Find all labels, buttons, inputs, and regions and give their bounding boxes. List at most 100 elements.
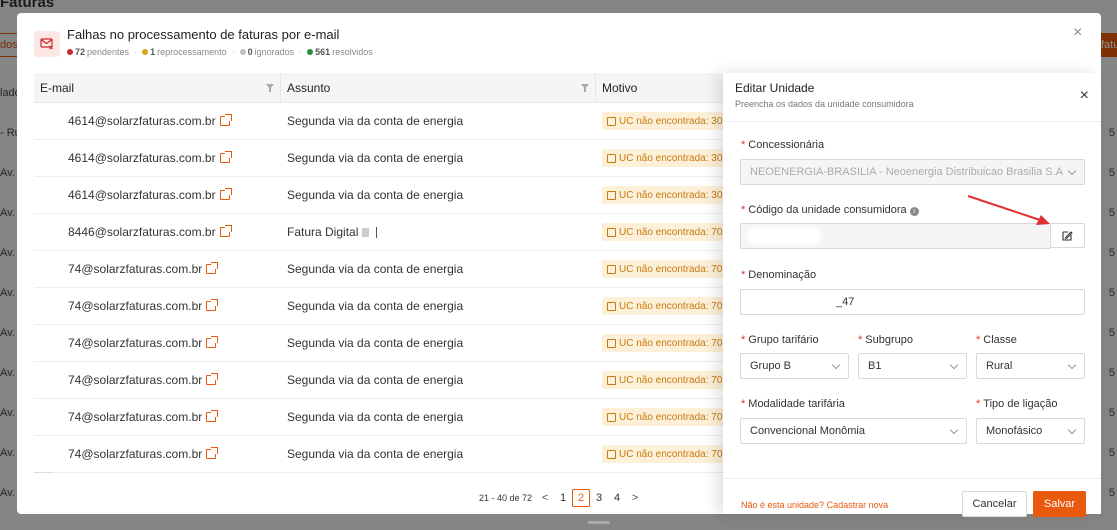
chevron-down-icon — [1067, 360, 1077, 370]
close-icon[interactable]: × — [1080, 88, 1089, 104]
status-dot-icon — [142, 49, 149, 55]
chevron-down-icon — [949, 425, 959, 435]
warning-doc-icon — [607, 264, 616, 274]
modalidade-select[interactable]: Convencional Monômia — [740, 418, 967, 444]
reason-tag: UC não encontrada: 30264 — [602, 186, 724, 204]
subgrupo-select[interactable]: B1 — [858, 353, 967, 379]
table-row[interactable]: 4614@solarzfaturas.com.br Segunda via da … — [34, 103, 724, 140]
table-row[interactable]: 8446@solarzfaturas.com.br Fatura Digital U… — [34, 214, 724, 251]
codigo-input[interactable] — [740, 223, 1051, 249]
warning-doc-icon — [607, 449, 616, 459]
email-cell: 74@solarzfaturas.com.br — [34, 336, 281, 350]
table-row[interactable]: 74@solarzfaturas.com.br Segunda via da co… — [34, 436, 724, 473]
table-row[interactable]: 74@solarzfaturas.com.br Segunda via da co… — [34, 288, 724, 325]
column-header-reason[interactable]: Motivo — [596, 73, 724, 103]
subject-text: Segunda via da conta de energia — [287, 151, 464, 165]
external-link-icon[interactable] — [206, 373, 219, 385]
reason-tag: UC não encontrada: 70270 — [602, 223, 724, 241]
subject-text: Segunda via da conta de energia — [287, 373, 464, 387]
edit-code-button[interactable] — [1050, 223, 1085, 248]
separator: · — [231, 47, 235, 57]
subject-cell: Segunda via da conta de energia — [281, 447, 596, 461]
email-text: 74@solarzfaturas.com.br — [68, 410, 203, 424]
reason-cell: UC não encontrada: 70199 — [596, 297, 724, 315]
subject-text: Segunda via da conta de energia — [287, 299, 464, 313]
external-link-icon[interactable] — [219, 151, 232, 163]
warning-doc-icon — [607, 116, 616, 126]
prev-page-button[interactable]: < — [536, 489, 554, 507]
status-dot-icon — [67, 49, 73, 55]
chevron-down-icon — [949, 360, 959, 370]
save-button[interactable]: Salvar — [1033, 491, 1086, 517]
tipo-select[interactable]: Monofásico — [976, 418, 1085, 444]
external-link-icon[interactable] — [219, 225, 232, 237]
filter-icon[interactable] — [581, 84, 589, 92]
subject-cell: Segunda via da conta de energia — [281, 188, 596, 202]
email-cell: 74@solarzfaturas.com.br — [34, 447, 281, 461]
page-button[interactable]: 4 — [608, 489, 626, 507]
external-link-icon[interactable] — [206, 410, 219, 422]
info-icon[interactable]: i — [909, 207, 919, 216]
status-count: 1 reprocessamento — [142, 47, 227, 57]
next-page-button[interactable]: > — [626, 489, 644, 507]
status-count: 0 ignorados — [239, 47, 294, 57]
page-button[interactable]: 1 — [554, 489, 572, 507]
denominacao-label: * Denominação — [741, 269, 817, 281]
external-link-icon[interactable] — [206, 447, 219, 459]
subject-cell: Fatura Digital — [281, 225, 596, 239]
email-cell: 74@solarzfaturas.com.br — [34, 373, 281, 387]
subject-text: Segunda via da conta de energia — [287, 336, 464, 350]
column-header-email[interactable]: E-mail — [34, 73, 281, 103]
page-button[interactable]: 3 — [590, 489, 608, 507]
table-row[interactable]: 4614@solarzfaturas.com.br Segunda via da … — [34, 140, 724, 177]
external-link-icon[interactable] — [206, 299, 219, 311]
warning-doc-icon — [607, 338, 616, 348]
concessionaria-select[interactable]: NEOENERGIA-BRASILIA - Neoenergia Distrib… — [740, 159, 1085, 185]
table-footer-divider — [34, 472, 52, 473]
filter-icon[interactable] — [266, 84, 274, 92]
reason-tag: UC não encontrada: 70199 — [602, 408, 724, 426]
external-link-icon[interactable] — [219, 114, 232, 126]
subject-cell: Segunda via da conta de energia — [281, 114, 596, 128]
grupo-label: * Grupo tarifário — [741, 334, 819, 346]
email-cell: 74@solarzfaturas.com.br — [34, 299, 281, 313]
grupo-select[interactable]: Grupo B — [740, 353, 849, 379]
denominacao-input[interactable]: _47 — [740, 289, 1085, 315]
table-header: E-mail Assunto Motivo — [34, 73, 724, 103]
reason-tag: UC não encontrada: 30264 — [602, 112, 724, 130]
reason-tag: UC não encontrada: 70199 — [602, 260, 724, 278]
table-row[interactable]: 74@solarzfaturas.com.br Segunda via da co… — [34, 399, 724, 436]
table-row[interactable]: 74@solarzfaturas.com.br Segunda via da co… — [34, 362, 724, 399]
warning-doc-icon — [607, 190, 616, 200]
email-text: 74@solarzfaturas.com.br — [68, 447, 203, 461]
email-text: 74@solarzfaturas.com.br — [68, 262, 203, 276]
chevron-down-icon — [1067, 166, 1077, 176]
email-text: 4614@solarzfaturas.com.br — [68, 188, 216, 202]
email-text: 74@solarzfaturas.com.br — [68, 336, 203, 350]
email-cell: 4614@solarzfaturas.com.br — [34, 151, 281, 165]
scroll-handle[interactable] — [588, 521, 610, 524]
close-icon[interactable]: × — [1073, 25, 1087, 41]
table-row[interactable]: 74@solarzfaturas.com.br Segunda via da co… — [34, 251, 724, 288]
external-link-icon[interactable] — [219, 188, 232, 200]
table-row[interactable]: 74@solarzfaturas.com.br Segunda via da co… — [34, 325, 724, 362]
reason-tag: UC não encontrada: 70199 — [602, 297, 724, 315]
page-button-current[interactable]: 2 — [572, 489, 591, 507]
modalidade-label: * Modalidade tarifária — [741, 398, 845, 410]
classe-select[interactable]: Rural — [976, 353, 1085, 379]
warning-doc-icon — [607, 227, 616, 237]
failures-table: E-mail Assunto Motivo 4614@solarzfaturas… — [34, 73, 724, 473]
external-link-icon[interactable] — [206, 262, 219, 274]
column-header-subject[interactable]: Assunto — [281, 73, 596, 103]
cancel-button[interactable]: Cancelar — [962, 491, 1027, 517]
table-row[interactable]: 4614@solarzfaturas.com.br Segunda via da … — [34, 177, 724, 214]
status-dot-icon — [239, 49, 246, 55]
modal-title: Falhas no processamento de faturas por e… — [67, 27, 340, 42]
warning-doc-icon — [607, 153, 616, 163]
external-link-icon[interactable] — [206, 336, 219, 348]
text-cursor — [376, 226, 378, 238]
email-text: 4614@solarzfaturas.com.br — [68, 114, 216, 128]
drawer-subtitle: Preencha os dados da unidade consumidora — [735, 99, 914, 109]
register-new-unit-link[interactable]: Não é esta unidade? Cadastrar nova — [741, 500, 888, 510]
separator: · — [299, 47, 303, 57]
